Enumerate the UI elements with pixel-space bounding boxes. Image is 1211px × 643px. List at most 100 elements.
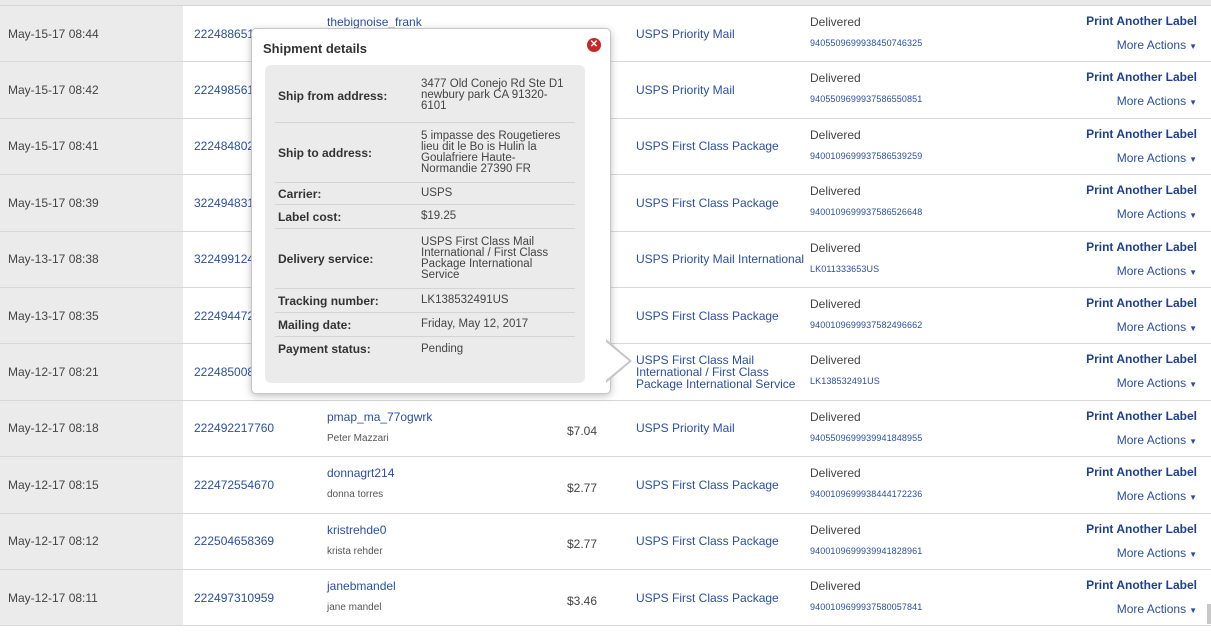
tracking-number-link[interactable]: 9405509699937586550851 (810, 94, 922, 104)
order-number-link[interactable]: 222492217760 (194, 401, 274, 456)
order-date: May-12-17 08:15 (0, 457, 183, 513)
detail-row: Ship to address: 5 impasse des Rougetier… (275, 123, 575, 183)
actions-cell: Print Another Label More Actions ▼ (1086, 14, 1197, 52)
print-another-label-link[interactable]: Print Another Label (1086, 578, 1197, 592)
detail-label: Ship from address: (278, 88, 388, 103)
service-link[interactable]: USPS First Class Mail International / Fi… (636, 344, 814, 399)
detail-row: Mailing date: Friday, May 12, 2017 (275, 313, 575, 337)
order-number-link[interactable]: 222472554670 (194, 457, 274, 512)
order-number-link[interactable]: 222485008 (194, 344, 254, 399)
service-link[interactable]: USPS First Class Package (636, 175, 814, 230)
scrollbar-thumb[interactable] (1207, 604, 1211, 624)
more-actions-dropdown[interactable]: More Actions ▼ (1086, 433, 1197, 447)
status-text: Delivered (810, 15, 861, 29)
order-number-link[interactable]: 322494831 (194, 175, 254, 230)
tracking-number-link[interactable]: LK011333653US (810, 264, 879, 274)
status-cell: Delivered 9405509699937586550851 (810, 71, 922, 104)
tracking-number-link[interactable]: 9405509699939941848955 (810, 433, 922, 443)
detail-row: Label cost: $19.25 (275, 205, 575, 229)
tracking-number-link[interactable]: 9400109699937586526648 (810, 207, 922, 217)
service-link[interactable]: USPS First Class Package (636, 457, 814, 512)
detail-label: Tracking number: (278, 293, 379, 308)
more-actions-dropdown[interactable]: More Actions ▼ (1086, 38, 1197, 52)
status-cell: Delivered 9400109699939941828961 (810, 523, 922, 556)
print-another-label-link[interactable]: Print Another Label (1086, 183, 1197, 197)
order-date: May-12-17 08:21 (0, 344, 183, 400)
more-actions-dropdown[interactable]: More Actions ▼ (1086, 602, 1197, 616)
tracking-number-link[interactable]: 9400109699939941828961 (810, 546, 922, 556)
more-actions-label: More Actions (1116, 150, 1187, 165)
service-link[interactable]: USPS First Class Package (636, 119, 814, 174)
order-date: May-12-17 08:11 (0, 569, 183, 626)
tracking-number-link[interactable]: LK138532491US (810, 376, 880, 386)
more-actions-label: More Actions (1116, 319, 1187, 334)
order-number-link[interactable]: 222498561 (194, 62, 254, 117)
table-row: May-12-17 08:18 222492217760 pmap_ma_77o… (0, 400, 1211, 458)
print-another-label-link[interactable]: Print Another Label (1086, 522, 1197, 536)
order-date: May-13-17 08:35 (0, 287, 183, 344)
order-date: May-15-17 08:41 (0, 118, 183, 175)
tracking-number-link[interactable]: 9400109699938444172236 (810, 489, 922, 499)
buyer-username-link[interactable]: donnagrt214 (327, 466, 394, 480)
service-link[interactable]: USPS Priority Mail (636, 401, 814, 456)
status-text: Delivered (810, 578, 861, 593)
caret-down-icon: ▼ (1189, 42, 1197, 51)
customer-cell: kristrehde0 krista rehder (327, 523, 386, 557)
detail-label: Payment status: (278, 342, 371, 356)
service-link[interactable]: USPS Priority Mail (636, 62, 814, 117)
buyer-username-link[interactable]: pmap_ma_77ogwrk (327, 410, 432, 424)
print-another-label-link[interactable]: Print Another Label (1086, 465, 1197, 479)
order-number-link[interactable]: 222494472 (194, 288, 254, 343)
more-actions-dropdown[interactable]: More Actions ▼ (1086, 489, 1197, 503)
actions-cell: Print Another Label More Actions ▼ (1086, 465, 1197, 503)
buyer-username-link[interactable]: janebmandel (327, 579, 396, 593)
status-cell: Delivered LK138532491US (810, 353, 880, 386)
actions-cell: Print Another Label More Actions ▼ (1086, 70, 1197, 108)
tracking-number-link[interactable]: 9400109699937580057841 (810, 602, 922, 612)
status-text: Delivered (810, 296, 861, 311)
tracking-number-link[interactable]: 9405509699938450746325 (810, 38, 922, 48)
service-link[interactable]: USPS First Class Package (636, 514, 814, 569)
buyer-username-link[interactable]: thebignoise_frank (327, 15, 422, 29)
print-another-label-link[interactable]: Print Another Label (1086, 352, 1197, 366)
order-number-link[interactable]: 222497310959 (194, 570, 274, 625)
service-link[interactable]: USPS First Class Package (636, 288, 814, 343)
more-actions-dropdown[interactable]: More Actions ▼ (1086, 207, 1197, 221)
status-cell: Delivered LK011333653US (810, 241, 879, 274)
label-cost: $2.77 (567, 480, 598, 495)
more-actions-label: More Actions (1116, 545, 1187, 560)
customer-cell: donnagrt214 donna torres (327, 466, 394, 500)
status-text: Delivered (810, 522, 861, 537)
more-actions-dropdown[interactable]: More Actions ▼ (1086, 264, 1197, 278)
more-actions-dropdown[interactable]: More Actions ▼ (1086, 546, 1197, 560)
more-actions-dropdown[interactable]: More Actions ▼ (1086, 151, 1197, 165)
print-another-label-link[interactable]: Print Another Label (1086, 70, 1197, 84)
detail-value: 3477 Old Conejo Rd Ste D1 newbury park C… (421, 78, 564, 112)
service-link[interactable]: USPS Priority Mail (636, 6, 814, 61)
print-another-label-link[interactable]: Print Another Label (1086, 296, 1197, 310)
detail-row: Payment status: Pending (275, 337, 575, 361)
order-date: May-12-17 08:12 (0, 513, 183, 569)
status-text: Delivered (810, 466, 861, 481)
detail-value: USPS First Class Mail International / Fi… (421, 235, 549, 281)
close-icon[interactable]: ✕ (587, 38, 601, 52)
more-actions-dropdown[interactable]: More Actions ▼ (1086, 376, 1197, 390)
print-another-label-link[interactable]: Print Another Label (1086, 240, 1197, 254)
more-actions-label: More Actions (1116, 432, 1187, 447)
service-link[interactable]: USPS First Class Package (636, 570, 814, 625)
buyer-username-link[interactable]: kristrehde0 (327, 523, 386, 537)
print-another-label-link[interactable]: Print Another Label (1086, 14, 1197, 28)
print-another-label-link[interactable]: Print Another Label (1086, 127, 1197, 141)
order-number-link[interactable]: 222504658369 (194, 514, 274, 569)
detail-value: Friday, May 12, 2017 (421, 318, 529, 330)
service-link[interactable]: USPS Priority Mail International (636, 232, 814, 287)
more-actions-dropdown[interactable]: More Actions ▼ (1086, 94, 1197, 108)
tracking-number-link[interactable]: 9400109699937582496662 (810, 320, 922, 330)
more-actions-dropdown[interactable]: More Actions ▼ (1086, 320, 1197, 334)
order-number-link[interactable]: 222484802 (194, 119, 254, 174)
tracking-number-link[interactable]: 9400109699937586539259 (810, 151, 922, 161)
order-number-link[interactable]: 322499124 (194, 232, 254, 287)
print-another-label-link[interactable]: Print Another Label (1086, 409, 1197, 423)
popup-title: Shipment details (263, 41, 368, 56)
detail-value: USPS (421, 187, 453, 199)
